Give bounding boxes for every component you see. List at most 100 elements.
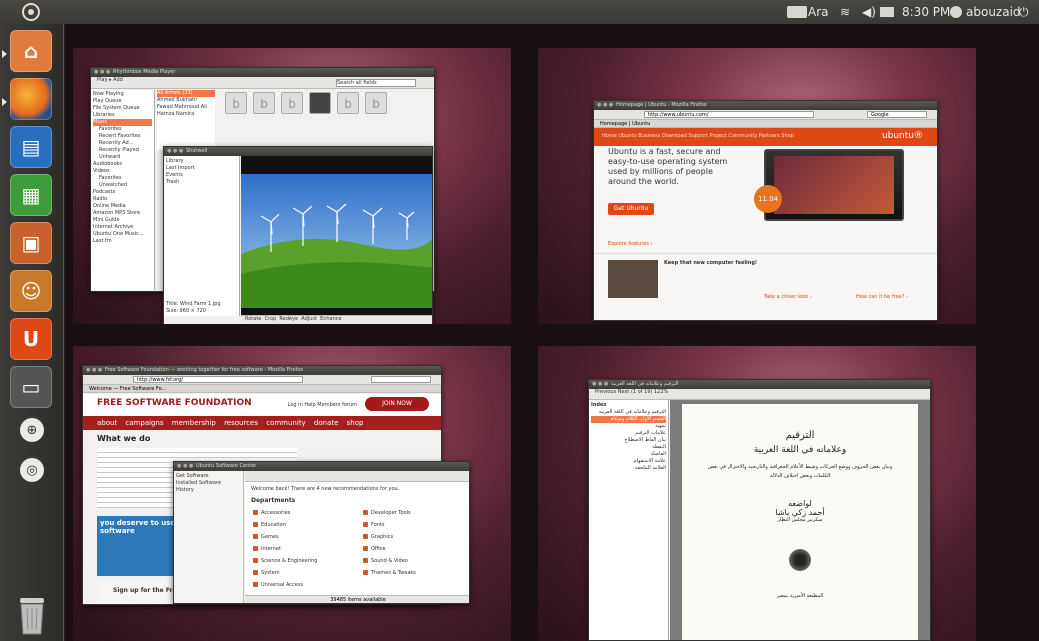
evince-toolbar[interactable]: Previous Next (1 of 19) 122%	[589, 389, 930, 400]
home-folder-icon[interactable]: ⌂	[10, 30, 52, 72]
libreoffice-calc-icon[interactable]: ▦	[10, 174, 52, 216]
sidebar-item[interactable]: Favorites	[93, 175, 152, 182]
crop-button[interactable]: Crop	[265, 316, 277, 322]
dept-universal-access[interactable]: Universal Access	[253, 582, 303, 588]
url-input[interactable]: http://www.fsf.org/	[133, 376, 303, 383]
mail-icon[interactable]	[880, 7, 894, 17]
index-item[interactable]: علامات الترقيم	[591, 430, 666, 437]
ubuntu-site-nav[interactable]: Home Ubuntu Business Download Support Pr…	[602, 133, 794, 139]
sidebar-item[interactable]: Recently Ad...	[93, 140, 152, 147]
album-cover[interactable]: b	[365, 92, 387, 114]
fsf-logo[interactable]: FREE SOFTWARE FOUNDATION	[97, 398, 252, 408]
artist-item[interactable]: Fawad Mahmoud Ali	[157, 104, 215, 111]
index-item[interactable]: تمهيد	[591, 423, 666, 430]
search-input[interactable]: Google	[867, 111, 927, 118]
power-icon[interactable]: ⏻	[1019, 4, 1029, 20]
wind-farm-photo[interactable]	[241, 156, 432, 316]
sidebar-item[interactable]: Recent Favorites	[93, 133, 152, 140]
dept-games[interactable]: Games	[253, 534, 279, 540]
software-center-window[interactable]: Ubuntu Software Center Get Software Inst…	[173, 461, 470, 604]
dept-graphics[interactable]: Graphics	[363, 534, 393, 540]
sidebar-item[interactable]: Unheard	[93, 154, 152, 161]
trash-icon[interactable]	[14, 596, 50, 636]
shotwell-window[interactable]: Shotwell Library Last Import Events Tras…	[163, 146, 433, 324]
redeye-button[interactable]: Redeye	[279, 316, 298, 322]
ubuntu-logo-icon[interactable]	[22, 3, 40, 21]
index-item[interactable]: علامة الاستفهام	[591, 458, 666, 465]
sidebar-item[interactable]: Videos	[93, 168, 152, 175]
keyboard-layout-indicator[interactable]: Ara	[808, 4, 829, 20]
dept-office[interactable]: Office	[363, 546, 386, 552]
index-item[interactable]: القسم الأول: الكلام ونوعاه	[591, 416, 666, 423]
speaker-icon[interactable]: ◀)	[862, 4, 876, 20]
clock[interactable]: 8:30 PM	[902, 4, 950, 20]
rotate-button[interactable]: Rotate	[245, 316, 261, 322]
wifi-icon[interactable]: ≋	[840, 4, 850, 20]
index-item[interactable]: العلامة الملحقة	[591, 465, 666, 472]
sidebar-item[interactable]: Amazon MP3 Store	[93, 210, 152, 217]
artist-item[interactable]: Ahmed Bukhatir	[157, 97, 215, 104]
video-thumbnail[interactable]	[608, 260, 658, 298]
album-cover[interactable]: b	[337, 92, 359, 114]
keyboard-icon[interactable]	[787, 6, 807, 18]
sidebar-item[interactable]: Radio	[93, 196, 152, 203]
workspace-2[interactable]: Homepage | Ubuntu - Mozilla Firefox http…	[538, 48, 976, 324]
index-item[interactable]: الترقيم وعلاماته في اللغة العربية	[591, 409, 666, 416]
sidebar-item[interactable]: Now Playing	[93, 91, 152, 98]
sidebar-item-history[interactable]: History	[176, 487, 241, 494]
sidebar-item[interactable]: Mini Guide	[93, 217, 152, 224]
fsf-header-links[interactable]: Log in Help Members forum	[288, 402, 357, 408]
search-input[interactable]	[371, 376, 431, 383]
album-cover[interactable]: b	[253, 92, 275, 114]
libreoffice-writer-icon[interactable]: ▤	[10, 126, 52, 168]
libreoffice-impress-icon[interactable]: ▣	[10, 222, 52, 264]
sidebar-item[interactable]: Last Import	[166, 165, 237, 172]
files-lens-icon[interactable]: ◎	[20, 458, 44, 482]
join-now-button[interactable]: JOIN NOW	[365, 397, 429, 411]
free-link[interactable]: How can it be free? ›	[856, 294, 908, 301]
sidebar-item[interactable]: Last.fm	[93, 238, 152, 245]
sidebar-item[interactable]: Internet Archive	[93, 224, 152, 231]
sidebar-item[interactable]: Audiobooks	[93, 161, 152, 168]
album-cover[interactable]: b	[281, 92, 303, 114]
dept-science[interactable]: Science & Engineering	[253, 558, 317, 564]
workspace-switcher-icon[interactable]: ▭	[10, 366, 52, 408]
dept-education[interactable]: Education	[253, 522, 286, 528]
enhance-button[interactable]: Enhance	[320, 316, 342, 322]
artist-item[interactable]: All Artists (23)	[157, 90, 215, 97]
sidebar-item[interactable]: Trash	[166, 179, 237, 186]
dept-accessories[interactable]: Accessories	[253, 510, 290, 516]
browser-tab[interactable]: Welcome — Free Software Fo...	[83, 385, 441, 393]
firefox-icon[interactable]	[10, 78, 52, 120]
document-view[interactable]: الترقيم وعلاماته في اللغة العربية وبيان …	[670, 400, 930, 640]
sidebar-item[interactable]: Favorites	[93, 126, 152, 133]
get-ubuntu-button[interactable]: Get Ubuntu	[608, 203, 654, 215]
workspace-4[interactable]: الترقيم وعلاماته في اللغة العربية Previo…	[538, 346, 976, 641]
firefox-ubuntu-window[interactable]: Homepage | Ubuntu - Mozilla Firefox http…	[593, 100, 938, 321]
sidebar-item[interactable]: Podcasts	[93, 189, 152, 196]
url-input[interactable]: http://www.ubuntu.com/	[644, 111, 814, 118]
rhythmbox-search-input[interactable]: Search all fields	[336, 79, 416, 87]
user-name[interactable]: abouzaid	[966, 4, 1021, 20]
dept-developer-tools[interactable]: Developer Tools	[363, 510, 411, 516]
sidebar-item[interactable]: Events	[166, 172, 237, 179]
evince-window[interactable]: الترقيم وعلاماته في اللغة العربية Previo…	[588, 379, 931, 641]
sidebar-item[interactable]: Play Queue	[93, 98, 152, 105]
album-cover[interactable]	[309, 92, 331, 114]
adjust-button[interactable]: Adjust	[301, 316, 317, 322]
browser-tab[interactable]: Homepage | Ubuntu	[594, 120, 937, 128]
ubuntu-software-center-icon[interactable]: ☺	[10, 270, 52, 312]
sidebar-item[interactable]: Library	[166, 158, 237, 165]
explore-features-link[interactable]: Explore features ›	[608, 241, 653, 248]
index-item[interactable]: النقطة	[591, 444, 666, 451]
ubuntu-one-icon[interactable]: U	[10, 318, 52, 360]
user-icon[interactable]	[950, 6, 962, 18]
dept-fonts[interactable]: Fonts	[363, 522, 385, 528]
fsf-nav[interactable]: about campaigns membership resources com…	[83, 416, 441, 430]
sidebar-item[interactable]: File System Queue	[93, 105, 152, 112]
sidebar-item-installed[interactable]: Installed Software	[176, 480, 241, 487]
sidebar-item[interactable]: Ubuntu One Music...	[93, 231, 152, 238]
dept-system[interactable]: System	[253, 570, 280, 576]
workspace-1[interactable]: Rhythmbox Media Player Play ▸ Add Search…	[73, 48, 511, 324]
workspace-3[interactable]: Free Software Foundation — working toget…	[73, 346, 511, 641]
